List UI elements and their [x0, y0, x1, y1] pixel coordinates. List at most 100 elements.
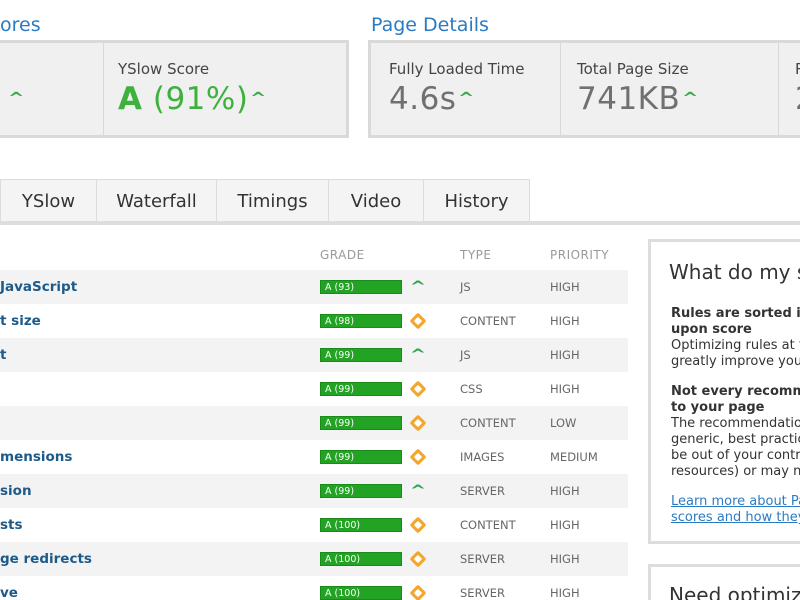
table-row[interactable]: sts A (100) CONTENT HIGH [0, 508, 628, 542]
warning-diamond-icon [409, 414, 427, 432]
rule-priority: HIGH [550, 382, 580, 396]
rule-name-link[interactable]: sion [0, 483, 32, 499]
page-details-title: Page Details [371, 14, 489, 36]
trend-up-icon: ^ [409, 347, 427, 363]
grade-bar: A (98) [320, 314, 402, 328]
optimization-box-title: Need optimiz [669, 583, 800, 600]
yslow-score-label: YSlow Score [118, 60, 210, 78]
help-text-block-2: Not every recommen to your page The reco… [671, 384, 800, 480]
tab-timings[interactable]: Timings [216, 179, 329, 222]
rule-type: JS [460, 348, 471, 362]
help-bold-line: Not every recommen [671, 384, 800, 399]
rule-priority: HIGH [550, 518, 580, 532]
tab-waterfall[interactable]: Waterfall [96, 179, 217, 222]
rule-name-link[interactable]: t [0, 347, 6, 363]
help-text-block-1: Rules are sorted in o upon score Optimiz… [671, 306, 800, 370]
report-tabs: YSlow Waterfall Timings Video History [0, 179, 530, 222]
help-bold-line: upon score [671, 322, 752, 337]
grade-bar: A (99) [320, 450, 402, 464]
total-size-number: 741KB [577, 81, 681, 117]
grade-bar: A (100) [320, 552, 402, 566]
rule-priority: MEDIUM [550, 450, 598, 464]
grade-label: A (99) [325, 418, 355, 429]
type-column-header: TYPE [460, 248, 492, 262]
optimization-help-box: Need optimiz [648, 564, 800, 600]
grade-column-header: GRADE [320, 248, 365, 262]
scores-card: ^ YSlow Score A (91%) ^ [0, 40, 349, 138]
learn-more-link-line[interactable]: scores and how they [671, 510, 800, 525]
grade-bar: A (99) [320, 416, 402, 430]
rules-table: JavaScript A (93) ^ JS HIGH t size A (98) CONTE… [0, 270, 628, 600]
grade-label: A (100) [325, 554, 361, 565]
rule-name-link[interactable]: mensions [0, 449, 72, 465]
grade-bar: A (99) [320, 382, 402, 396]
warning-diamond-icon [409, 312, 427, 330]
rule-priority: HIGH [550, 314, 580, 328]
rule-type: SERVER [460, 586, 506, 600]
warning-diamond-icon [409, 448, 427, 466]
rule-type: CONTENT [460, 416, 516, 430]
learn-more-link-line[interactable]: Learn more about Pa [671, 494, 800, 509]
requests-label: R [795, 60, 800, 78]
yslow-score-cell: YSlow Score A (91%) ^ [104, 43, 346, 135]
table-row[interactable]: ge redirects A (100) SERVER HIGH [0, 542, 628, 576]
total-size-cell: Total Page Size 741KB ^ [561, 43, 779, 135]
trend-up-icon: ^ [409, 483, 427, 499]
trend-up-icon: ^ [409, 279, 427, 295]
table-row[interactable]: A (99) CONTENT LOW [0, 406, 628, 440]
rule-name-link[interactable]: JavaScript [0, 279, 77, 295]
rule-priority: HIGH [550, 348, 580, 362]
table-row[interactable]: mensions A (99) IMAGES MEDIUM [0, 440, 628, 474]
table-row[interactable]: A (99) CSS HIGH [0, 372, 628, 406]
page-details-card: Fully Loaded Time 4.6s ^ Total Page Size … [368, 40, 800, 138]
help-box-title: What do my s [669, 260, 800, 284]
rule-name-link[interactable]: sts [0, 517, 23, 533]
grade-bar: A (99) [320, 484, 402, 498]
table-row[interactable]: t size A (98) CONTENT HIGH [0, 304, 628, 338]
trend-up-icon: ^ [8, 89, 26, 107]
yslow-percent: (91%) [152, 81, 249, 117]
grade-label: A (99) [325, 384, 355, 395]
fully-loaded-number: 4.6s [389, 81, 457, 117]
help-bold-line: to your page [671, 400, 765, 415]
yslow-score-value: A (91%) ^ [118, 81, 267, 117]
rule-name-link[interactable]: t size [0, 313, 41, 329]
help-bold-line: Rules are sorted in o [671, 306, 800, 321]
table-row[interactable]: t A (99) ^ JS HIGH [0, 338, 628, 372]
grade-bar: A (100) [320, 586, 402, 600]
table-row[interactable]: JavaScript A (93) ^ JS HIGH [0, 270, 628, 304]
pagespeed-trend: ^ [6, 81, 26, 117]
warning-diamond-icon [409, 550, 427, 568]
tab-history[interactable]: History [423, 179, 530, 222]
rule-name-link[interactable]: ge redirects [0, 551, 92, 567]
requests-value: 2 [795, 81, 800, 117]
grade-label: A (93) [325, 282, 355, 293]
help-line: Optimizing rules at th [671, 338, 800, 353]
learn-more-link[interactable]: Learn more about Pa scores and how they [671, 494, 800, 526]
grade-label: A (99) [325, 452, 355, 463]
total-size-value: 741KB ^ [577, 81, 699, 117]
fully-loaded-value: 4.6s ^ [389, 81, 475, 117]
help-box: What do my s Rules are sorted in o upon … [648, 239, 800, 544]
priority-column-header: PRIORITY [550, 248, 610, 262]
help-line: be out of your control [671, 448, 800, 463]
rule-type: IMAGES [460, 450, 505, 464]
table-row[interactable]: sion A (99) ^ SERVER HIGH [0, 474, 628, 508]
tab-yslow[interactable]: YSlow [0, 179, 97, 222]
grade-label: A (100) [325, 588, 361, 599]
rule-name-link[interactable]: ve [0, 585, 18, 600]
pagespeed-score-cell: ^ [0, 43, 104, 135]
grade-label: A (98) [325, 316, 355, 327]
grade-label: A (99) [325, 486, 355, 497]
tab-video[interactable]: Video [328, 179, 424, 222]
rule-type: JS [460, 280, 471, 294]
rule-type: CONTENT [460, 314, 516, 328]
table-row[interactable]: ve A (100) SERVER HIGH [0, 576, 628, 600]
warning-diamond-icon [409, 584, 427, 600]
help-line: resources) or may no [671, 464, 800, 479]
rule-priority: HIGH [550, 484, 580, 498]
help-line: generic, best practice [671, 432, 800, 447]
rule-priority: LOW [550, 416, 577, 430]
fully-loaded-label: Fully Loaded Time [389, 60, 525, 78]
help-line: The recommendation [671, 416, 800, 431]
